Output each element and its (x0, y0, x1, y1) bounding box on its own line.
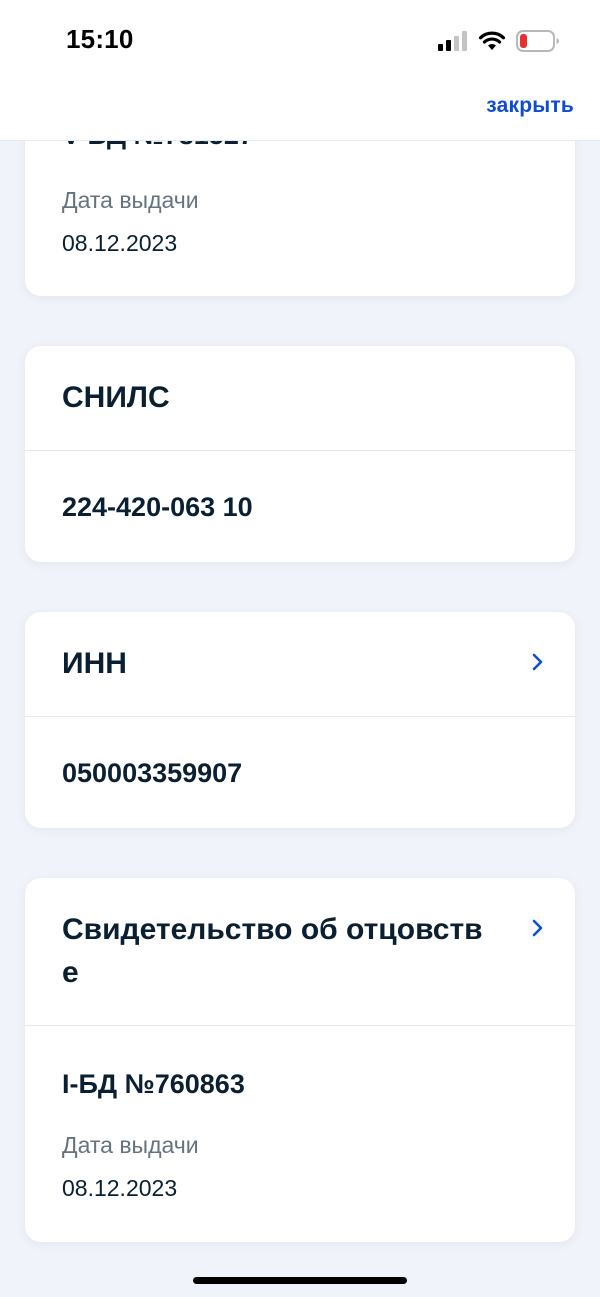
status-time: 15:10 (66, 24, 134, 54)
snils-card: СНИЛС 224-420-063 10 (25, 346, 575, 562)
paternity-title-line-2: е (62, 956, 79, 989)
snils-card-header: СНИЛС (25, 346, 575, 451)
inn-card[interactable]: ИНН 050003359907 (25, 612, 575, 828)
inn-card-header[interactable]: ИНН (25, 612, 575, 717)
paternity-card-header[interactable]: Свидетельство об отцовств е (25, 878, 575, 1026)
chevron-right-icon[interactable] (531, 653, 545, 671)
wifi-icon (478, 31, 506, 50)
certificate-number: I-БД №760863 (62, 1069, 245, 1099)
paternity-certificate-card[interactable]: Свидетельство об отцовств е I-БД №760863… (25, 878, 575, 1242)
inn-value: 050003359907 (62, 758, 243, 788)
snils-value: 224-420-063 10 (62, 492, 253, 522)
paternity-title-line-1: Свидетельство об отцовств (62, 913, 483, 946)
home-indicator[interactable] (193, 1277, 407, 1284)
cellular-signal-icon (438, 31, 467, 51)
close-button[interactable]: закрыть (486, 94, 574, 118)
top-bar: 15:10 закрыть (0, 0, 600, 141)
inn-title: ИНН (62, 647, 127, 680)
status-icons (438, 26, 560, 56)
issue-date-label: Дата выдачи (62, 1132, 199, 1158)
snils-title: СНИЛС (62, 381, 170, 414)
issue-date-value: 08.12.2023 (62, 1175, 178, 1201)
issue-date-value: 08.12.2023 (62, 230, 178, 256)
issue-date-label: Дата выдачи (62, 187, 199, 213)
battery-low-icon (516, 30, 559, 52)
chevron-right-icon[interactable] (531, 919, 545, 937)
